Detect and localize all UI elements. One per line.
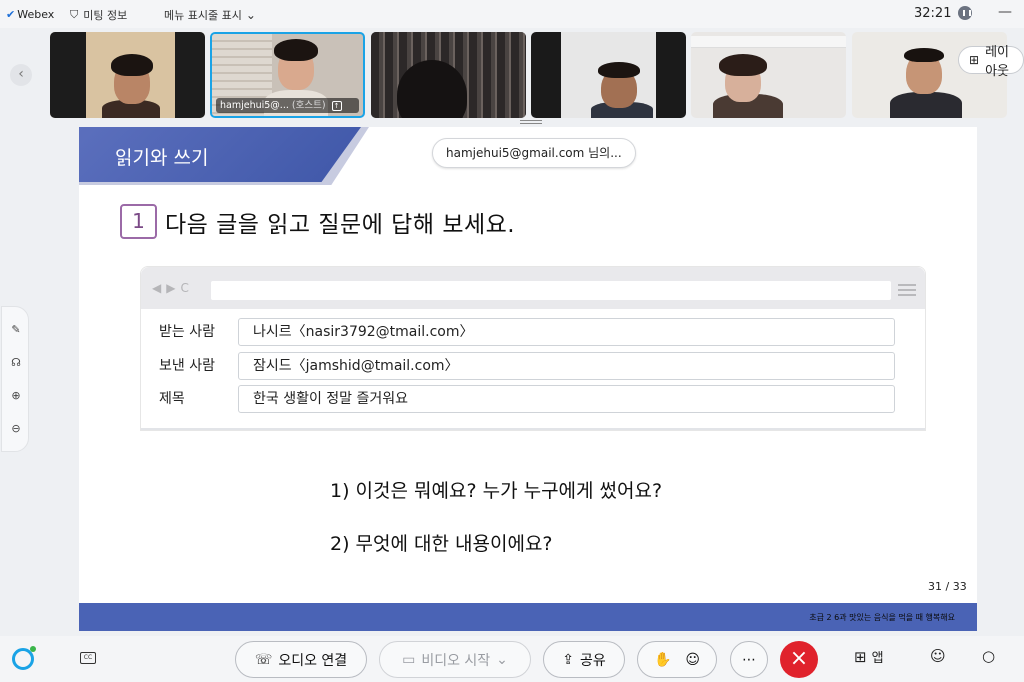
participant-hair — [111, 54, 153, 76]
raise-hand-icon[interactable]: ✋ — [654, 652, 671, 668]
start-video-button[interactable]: ▭ 비디오 시작 ⌄ — [379, 641, 531, 678]
webex-check-icon: ✔ — [6, 8, 16, 21]
meeting-timer: 32:21 — [914, 6, 952, 21]
email-field-label: 받는 사람 — [159, 324, 215, 340]
title-bar: ✔ Webex ⛉ 미팅 정보 메뉴 표시줄 표시 ⌄ 32:21 — — [0, 0, 1024, 28]
participant-tile[interactable] — [852, 32, 1007, 118]
remote-control-icon[interactable]: ☊ — [9, 356, 23, 370]
question-instruction: 다음 글을 읽고 질문에 답해 보세요. — [165, 212, 516, 238]
zoom-out-icon[interactable]: ⊖ — [9, 422, 23, 436]
zoom-in-icon[interactable]: ⊕ — [9, 389, 23, 403]
shared-slide: 읽기와 쓰기 hamjehui5@gmail.com 님의... 1 다음 글을… — [79, 127, 977, 631]
connect-audio-button[interactable]: ☏ 오디오 연결 — [235, 641, 367, 678]
chevron-down-icon[interactable]: ⌄ — [496, 652, 508, 668]
meeting-info-button[interactable]: ⛉ 미팅 정보 — [70, 7, 127, 23]
webex-logo: ✔ Webex — [6, 8, 54, 21]
participant-name: hamjehui5@... — [220, 100, 289, 111]
show-menu-bar-label: 메뉴 표시줄 표시 — [164, 9, 242, 22]
pen-icon[interactable]: ✎ — [9, 323, 23, 337]
webex-assistant-icon[interactable] — [12, 646, 36, 670]
chevron-left-icon: ‹ — [18, 66, 24, 82]
video-letterbox — [175, 32, 205, 118]
participants-button[interactable]: ☺ — [930, 647, 946, 665]
video-off-icon: ▭ — [402, 651, 416, 668]
grid-icon: ⊞ — [969, 53, 980, 67]
participants-icon: ☺ — [930, 647, 946, 665]
reactions-icon[interactable]: ☺ — [685, 652, 700, 668]
layout-label: 레이아웃 — [985, 45, 1009, 79]
shield-icon: ⛉ — [70, 8, 79, 21]
reactions-group: ✋ ☺ — [637, 641, 717, 678]
apps-icon: ⊞ — [854, 647, 867, 666]
connect-audio-label: 오디오 연결 — [278, 652, 348, 669]
slide-footer: 초급 2 6과 맛있는 음식을 먹을 때 행복해요 — [79, 603, 977, 631]
filmstrip-prev-button[interactable]: ‹ — [10, 64, 32, 86]
sub-question: 1) 이것은 뭐예요? 누가 누구에게 썼어요? — [330, 480, 663, 502]
email-field-label: 보낸 사람 — [159, 358, 215, 374]
participant-hair — [274, 39, 318, 61]
audio-icon: ☏ — [254, 651, 273, 668]
question-number: 1 — [120, 204, 157, 239]
chat-icon: ○ — [982, 647, 996, 665]
participant-tile[interactable] — [371, 32, 526, 118]
leave-meeting-button[interactable]: × — [780, 641, 818, 678]
email-field-label: 제목 — [159, 391, 185, 407]
browser-toolbar: ◀▶C — [141, 267, 925, 309]
chevron-down-icon: ⌄ — [245, 8, 256, 22]
participant-hair — [719, 54, 767, 76]
chat-button[interactable]: ○ — [982, 647, 995, 665]
background-aircon — [691, 36, 846, 48]
email-field-value: 한국 생활이 정말 즐거워요 — [238, 385, 895, 413]
participant-tile[interactable] — [691, 32, 846, 118]
meeting-controls: CC ☏ 오디오 연결 ▭ 비디오 시작 ⌄ ⇪ 공유 ✋ ☺ ⋯ × ⊞ 앱 … — [0, 636, 1024, 682]
start-video-label: 비디오 시작 — [421, 652, 491, 669]
sharing-icon: ↑ — [331, 101, 342, 111]
video-letterbox — [50, 32, 86, 118]
closed-captions-icon[interactable]: CC — [80, 652, 96, 664]
share-label: 공유 — [579, 652, 606, 669]
minimize-icon[interactable]: — — [998, 4, 1012, 20]
address-bar — [211, 281, 891, 300]
share-button[interactable]: ⇪ 공유 — [543, 641, 625, 678]
apps-button[interactable]: ⊞ 앱 — [854, 647, 884, 667]
participant-tile-host[interactable]: hamjehui5@... (호스트) ↑ — [210, 32, 365, 118]
apps-label: 앱 — [871, 651, 884, 666]
more-options-button[interactable]: ⋯ — [730, 641, 768, 678]
meeting-info-label: 미팅 정보 — [83, 9, 128, 22]
show-menu-bar-button[interactable]: 메뉴 표시줄 표시 ⌄ — [164, 7, 256, 23]
hamburger-icon — [898, 284, 916, 296]
sub-question: 2) 무엇에 대한 내용이에요? — [330, 533, 553, 555]
participant-hair — [904, 48, 944, 62]
divider — [141, 428, 925, 430]
participant-tile[interactable] — [50, 32, 205, 118]
section-title: 읽기와 쓰기 — [115, 147, 209, 169]
participant-tile[interactable] — [531, 32, 686, 118]
email-field-value: 나시르〈nasir3792@tmail.com〉 — [238, 318, 895, 346]
participant-silhouette — [890, 92, 962, 118]
email-field-value: 잠시드〈jamshid@tmail.com〉 — [238, 352, 895, 380]
participant-name-tag: hamjehui5@... (호스트) ↑ — [216, 98, 359, 113]
footer-text: 초급 2 6과 맛있는 음식을 먹을 때 행복해요 — [809, 613, 955, 622]
app-name: Webex — [17, 8, 55, 21]
participant-hair — [598, 62, 640, 78]
share-icon: ⇪ — [562, 651, 574, 668]
layout-button[interactable]: ⊞ 레이아웃 — [958, 45, 1024, 79]
resize-handle[interactable] — [520, 120, 542, 124]
host-badge: (호스트) — [291, 100, 326, 111]
stats-icon[interactable] — [958, 6, 972, 20]
annotation-toolbar: ✎ ☊ ⊕ ⊖ — [1, 306, 29, 452]
browser-nav-icons: ◀▶C — [152, 281, 194, 295]
page-number: 31 / 33 — [928, 580, 967, 593]
ellipsis-icon: ⋯ — [742, 651, 756, 668]
email-browser-mock: ◀▶C 받는 사람 나시르〈nasir3792@tmail.com〉 보낸 사람… — [140, 266, 926, 431]
presenter-pill[interactable]: hamjehui5@gmail.com 님의... — [432, 138, 636, 168]
close-icon: × — [789, 646, 809, 671]
